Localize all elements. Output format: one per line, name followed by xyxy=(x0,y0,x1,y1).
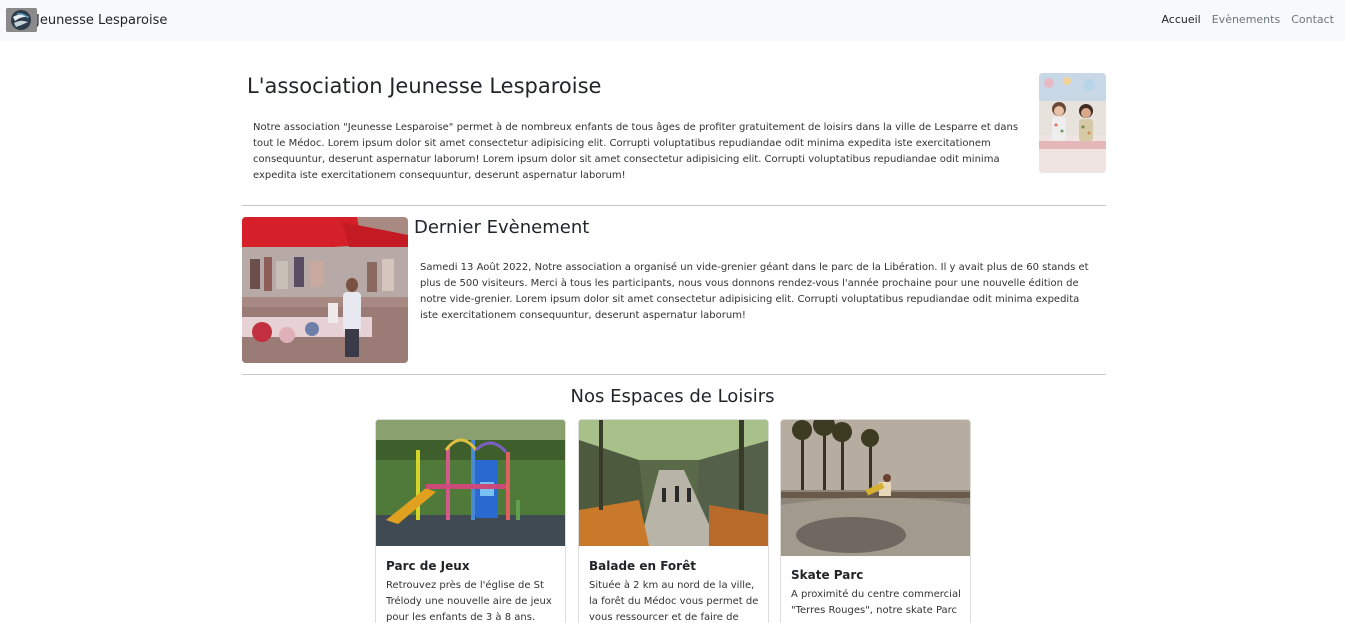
event-text: Samedi 13 Août 2022, Notre association a… xyxy=(420,262,1089,321)
brand-name: Jeunesse Lesparoise xyxy=(36,12,168,28)
card-text: Retrouvez près de l'église de St Trélody… xyxy=(386,580,552,623)
card-parc-de-jeux[interactable]: Parc de Jeux Retrouvez près de l'église … xyxy=(375,419,566,623)
card-text: A proximité du centre commercial "Terres… xyxy=(791,589,961,616)
skatepark-image xyxy=(781,420,970,556)
logo-icon xyxy=(6,8,37,32)
children-playing-image xyxy=(1039,73,1106,173)
about-text: Notre association "Jeunesse Lesparoise" … xyxy=(253,122,1019,181)
nav-link-evenements[interactable]: Evènements xyxy=(1212,13,1280,26)
card-title: Skate Parc xyxy=(791,568,864,582)
about-title: L'association Jeunesse Lesparoise xyxy=(247,74,602,98)
brand-link[interactable]: Jeunesse Lesparoise xyxy=(6,8,167,32)
card-title: Parc de Jeux xyxy=(386,559,470,573)
leisure-title: Nos Espaces de Loisirs xyxy=(570,386,775,407)
playground-image xyxy=(376,420,565,546)
nav-menu: Accueil Evènements Contact xyxy=(1161,13,1334,26)
nav-link-contact[interactable]: Contact xyxy=(1291,13,1334,26)
forest-path-image xyxy=(579,420,768,546)
section-divider xyxy=(242,205,1106,206)
card-text: Située à 2 km au nord de la ville, la fo… xyxy=(589,580,759,623)
card-skate-parc[interactable]: Skate Parc A proximité du centre commerc… xyxy=(780,419,971,623)
card-balade-en-foret[interactable]: Balade en Forêt Située à 2 km au nord de… xyxy=(578,419,769,623)
section-divider xyxy=(242,374,1106,375)
event-title: Dernier Evènement xyxy=(414,217,590,238)
navbar: Jeunesse Lesparoise Accueil Evènements C… xyxy=(0,0,1345,41)
vide-grenier-image xyxy=(242,217,408,363)
card-title: Balade en Forêt xyxy=(589,559,696,573)
nav-link-accueil[interactable]: Accueil xyxy=(1161,13,1200,26)
